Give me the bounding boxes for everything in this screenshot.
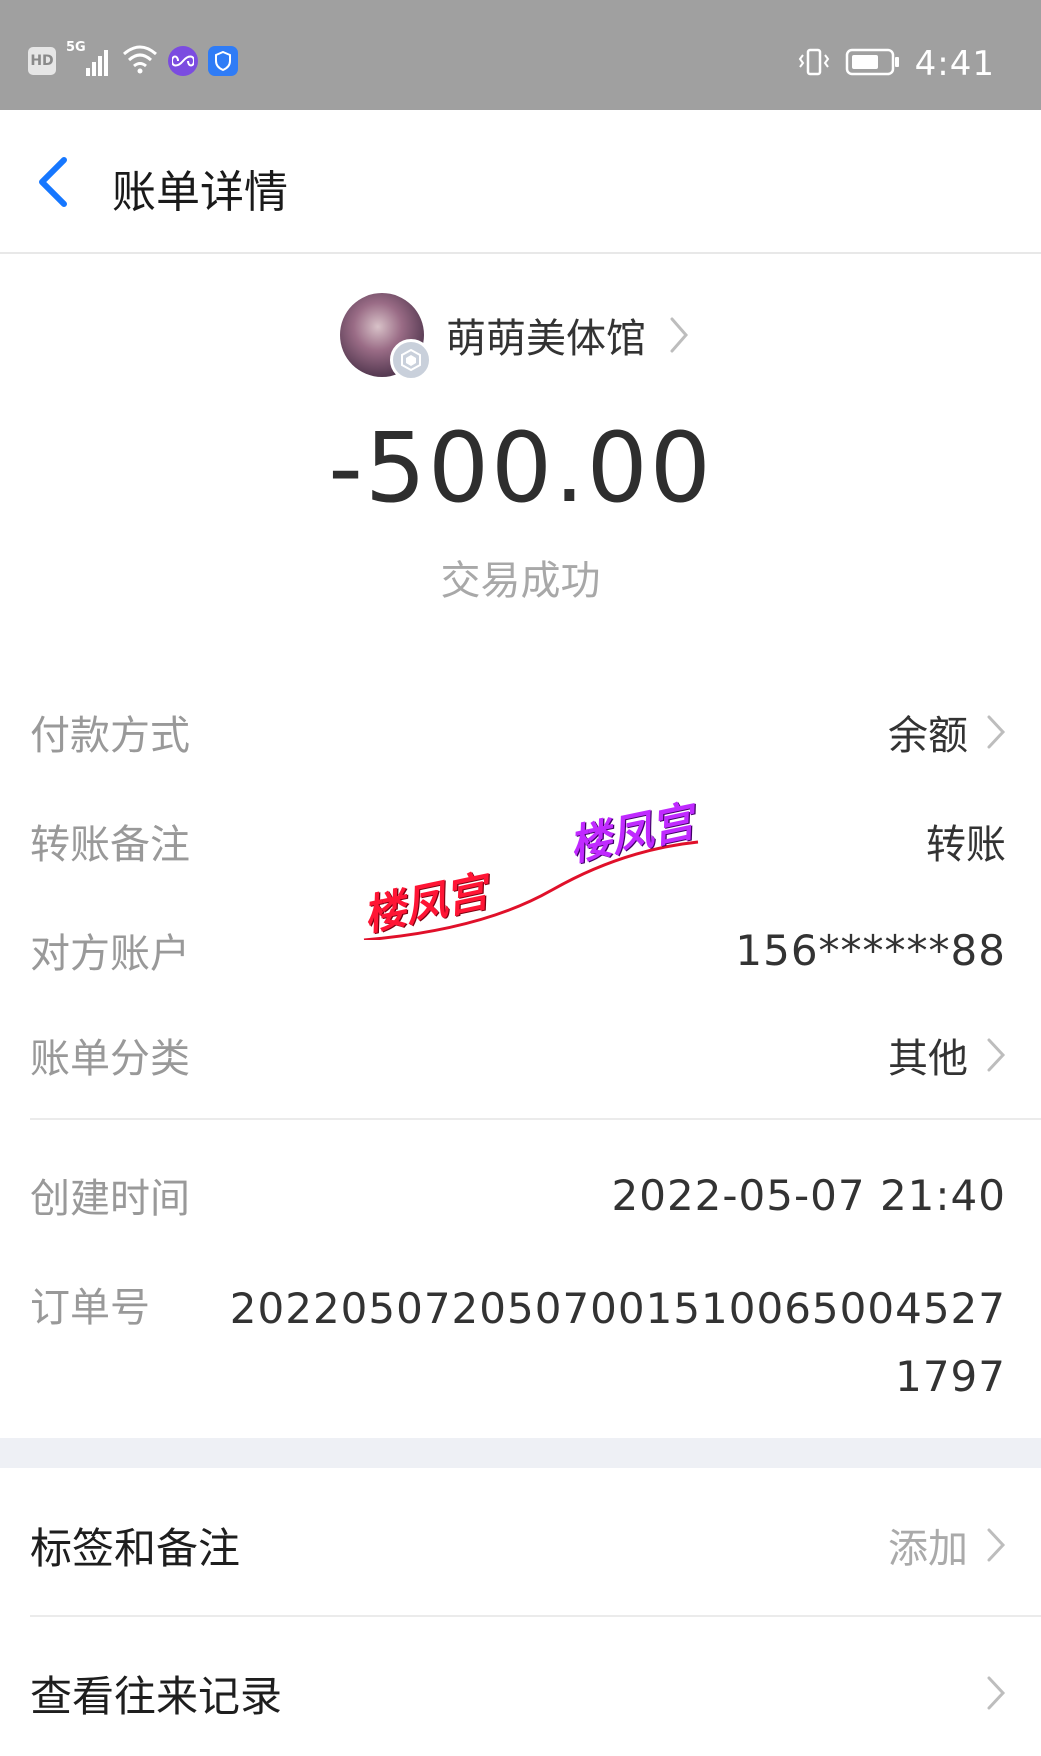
detail-label: 创建时间	[30, 1176, 190, 1222]
detail-label: 对方账户	[30, 931, 190, 977]
infinity-app-icon	[168, 46, 198, 76]
chevron-right-icon	[987, 1528, 1006, 1562]
bill-category-value: 其他	[888, 1036, 968, 1082]
counterparty-account-value: 156******88	[735, 925, 1006, 975]
detail-row-payment-method[interactable]: 付款方式 余额	[30, 697, 1006, 767]
order-number-value: 2022050720507001510065004527 1797	[229, 1284, 1006, 1401]
shield-app-icon	[208, 46, 238, 76]
tags-and-notes-row[interactable]: 标签和备注 添加	[30, 1500, 1006, 1590]
avatar	[340, 293, 432, 381]
chevron-right-icon	[987, 1676, 1006, 1710]
signal-icon: 5G	[66, 40, 112, 78]
transaction-amount: -500.00	[328, 412, 713, 524]
merchant-name: 萌萌美体馆	[446, 316, 646, 362]
vibrate-icon	[797, 47, 831, 81]
add-label: 添加	[888, 1526, 968, 1572]
clock: 4:41	[914, 44, 995, 84]
detail-label: 转账备注	[30, 822, 190, 868]
view-history-row[interactable]: 查看往来记录	[30, 1648, 1006, 1738]
created-time-value: 2022-05-07 21:40	[611, 1170, 1006, 1220]
chevron-right-icon	[987, 715, 1006, 749]
transaction-status: 交易成功	[440, 558, 601, 604]
nav-bar: 账单详情	[0, 110, 1041, 254]
history-label: 查看往来记录	[30, 1671, 283, 1721]
status-bar-left: HD 5G	[28, 40, 238, 78]
detail-value: 其他	[888, 1026, 1006, 1084]
tags-action: 添加	[888, 1516, 1006, 1574]
payment-method-value: 余额	[888, 713, 968, 759]
detail-row-bill-category[interactable]: 账单分类 其他	[30, 1020, 1006, 1090]
detail-label: 付款方式	[30, 713, 190, 759]
section-separator	[0, 1438, 1041, 1468]
chevron-right-icon	[987, 1038, 1006, 1072]
verified-badge-icon	[390, 339, 432, 381]
detail-label: 账单分类	[30, 1036, 190, 1082]
divider	[30, 1615, 1041, 1617]
battery-icon	[845, 47, 901, 81]
back-arrow-icon	[39, 157, 67, 207]
hd-icon: HD	[28, 47, 56, 75]
status-bar-right: 4:41	[797, 44, 995, 84]
tags-label: 标签和备注	[30, 1523, 241, 1573]
page-title: 账单详情	[112, 167, 288, 218]
chevron-right-icon	[670, 317, 688, 353]
wifi-icon	[122, 44, 158, 78]
detail-value: 余额	[888, 703, 1006, 761]
divider	[30, 1118, 1041, 1120]
merchant-header[interactable]: 萌萌美体馆	[340, 290, 690, 381]
detail-label: 订单号	[30, 1285, 150, 1331]
status-bar: HD 5G 4:41	[0, 0, 1041, 110]
transfer-note-value: 转账	[926, 822, 1006, 868]
detail-row-created-time: 创建时间 2022-05-07 21:40	[30, 1160, 1006, 1230]
back-button[interactable]	[26, 152, 78, 212]
